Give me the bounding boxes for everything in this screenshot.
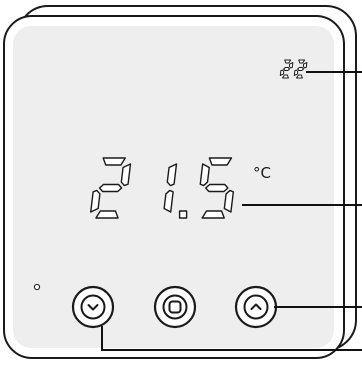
decimal-point (178, 210, 188, 219)
down-button[interactable] (71, 285, 115, 329)
mode-button[interactable] (153, 285, 197, 329)
thermostat-diagram: °C (3, 5, 362, 359)
up-button[interactable] (234, 285, 278, 329)
temperature-unit-label: °C (253, 164, 271, 182)
status-led (33, 283, 41, 291)
